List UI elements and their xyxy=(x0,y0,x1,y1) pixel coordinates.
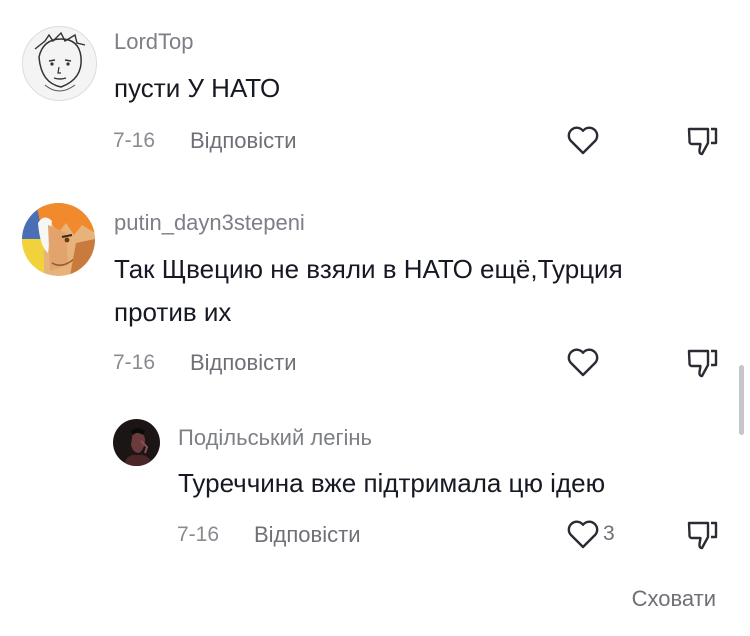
comment-date: 7-16 xyxy=(113,129,156,152)
avatar[interactable] xyxy=(113,419,160,466)
dislike-button[interactable] xyxy=(686,346,720,380)
thumbs-down-icon xyxy=(687,349,718,378)
hide-replies-button[interactable]: Сховати xyxy=(632,586,716,612)
heart-icon xyxy=(567,520,599,549)
reply-date: 7-16 xyxy=(177,523,220,546)
like-button[interactable]: 3 xyxy=(566,517,626,551)
comment-username[interactable]: putin_dayn3stepeni xyxy=(114,210,305,236)
like-button[interactable] xyxy=(566,123,606,157)
thumbs-down-icon xyxy=(687,127,718,156)
comment-username[interactable]: LordTop xyxy=(114,29,194,55)
comment-text: пусти У НАТО xyxy=(114,73,281,103)
avatar[interactable] xyxy=(22,26,97,101)
like-button[interactable] xyxy=(566,345,606,379)
heart-icon xyxy=(567,348,599,377)
reply-button[interactable]: Відповісти xyxy=(190,350,297,376)
reply-button[interactable]: Відповісти xyxy=(254,522,361,548)
comment-text-line: против их xyxy=(114,297,232,327)
reply-username[interactable]: Подільський легінь xyxy=(178,425,372,451)
avatar[interactable] xyxy=(22,203,95,276)
comment-text-line: Так Щвецию не взяли в НАТО ещё,Турция xyxy=(114,254,623,284)
anime-character-icon xyxy=(22,203,95,276)
dislike-button[interactable] xyxy=(686,124,720,158)
heart-icon xyxy=(567,126,599,155)
dark-portrait-icon xyxy=(113,419,160,466)
dislike-button[interactable] xyxy=(686,518,720,552)
scrollbar[interactable] xyxy=(739,365,744,435)
like-count: 3 xyxy=(603,522,615,545)
comment-text: Так Щвецию не взяли в НАТО ещё,Турция пр… xyxy=(114,248,734,334)
comment-date: 7-16 xyxy=(113,351,156,374)
reply-text: Туреччина вже підтримала цю ідею xyxy=(178,468,606,498)
reply-button[interactable]: Відповісти xyxy=(190,128,297,154)
thumbs-down-icon xyxy=(687,521,718,550)
sketch-face-icon xyxy=(23,27,96,100)
